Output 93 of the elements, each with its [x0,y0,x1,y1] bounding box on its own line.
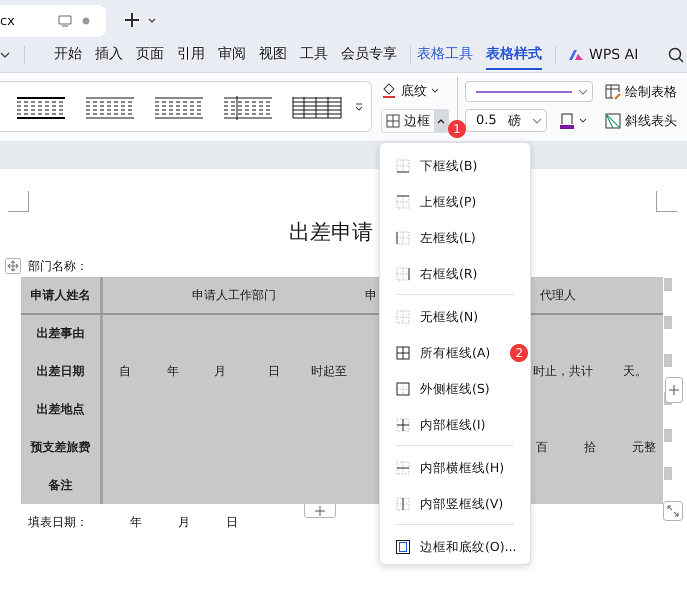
department-label: 部门名称： [28,258,88,274]
dot-icon [82,17,90,25]
menu-item[interactable]: 无框线(N) [380,299,530,335]
caret-icon [532,118,542,124]
border-icon [396,497,410,511]
menu-item[interactable]: 上框线(P) [380,184,530,220]
corner-mark [656,191,677,212]
border-icon [396,382,410,396]
draw-table-button[interactable]: 绘制表格 [605,82,677,102]
table-cell: 出差日期 [21,352,103,391]
shading-button[interactable]: 底纹 [381,81,449,101]
line-style-dropdown[interactable] [465,81,593,102]
diagonal-header-button[interactable]: 斜线表头 [605,111,677,131]
table-cell-text: 百 [536,438,549,456]
border-icon [396,310,410,324]
grid-icon [386,114,400,128]
menu-tab[interactable]: 开始 [54,40,82,70]
caret-icon [431,88,439,94]
table-cell-text: 时起至 [311,363,348,380]
border-icon [396,346,410,360]
table-cell: 出差事由 [21,315,103,353]
menu-item[interactable]: 所有框线(A) 2 [380,335,530,371]
border-icon [396,195,410,209]
add-row-button[interactable] [304,504,336,518]
menu-item[interactable]: 左框线(L) [380,220,530,256]
caret-icon [437,118,445,124]
document-tab[interactable]: cx [0,5,106,37]
table-cell-text: 自 [119,363,132,380]
caret-icon[interactable] [0,52,10,58]
table-cell-text: 天。 [623,363,648,380]
border-icon [396,540,410,554]
caret-icon [579,118,587,124]
menu-item[interactable]: 外侧框线(S) [380,371,530,407]
paint-bucket-icon [381,83,397,99]
date-unit: 月 [178,514,191,531]
table-cell-text: 代理人 [540,286,577,304]
step-badge: 1 [448,120,466,138]
table-cell-text: 申 [365,286,378,304]
ai-button[interactable]: WPS AI [568,47,638,63]
menu-tab[interactable]: 工具 [300,40,328,70]
menu-tab[interactable]: 会员专享 [341,40,397,70]
menu-item[interactable]: 右框线(R) [380,256,530,292]
plus-icon[interactable] [124,12,140,28]
ai-logo-icon [568,49,584,61]
corner-mark [8,191,29,212]
table-cell: 预支差旅费 [21,428,103,466]
line-sample-icon [476,90,572,94]
menu-tab[interactable]: 表格样式 [486,40,542,70]
table-pencil-icon [605,84,621,100]
table-cell-text: 元整 [632,438,657,456]
search-icon[interactable] [668,47,684,63]
table-cell: 备注 [21,466,103,504]
table-cell: 出差地点 [21,390,103,428]
move-icon[interactable] [5,258,21,274]
add-column-button[interactable] [665,377,683,403]
menu-tab[interactable]: 表格工具 [417,40,473,70]
table-cell-text: 日 [268,363,281,380]
fill-date-label: 填表日期： [28,514,89,531]
menu-tab[interactable]: 插入 [95,40,123,70]
menu-item[interactable]: 下框线(B) [380,148,530,184]
border-button[interactable]: 边框 [381,109,449,133]
menu-item[interactable]: 内部横框线(H) [380,450,530,486]
menu-tab[interactable]: 视图 [259,40,287,70]
resize-icon[interactable] [663,500,683,521]
table-cell-text: 申请人工作部门 [191,286,277,304]
document-title: 出差申请 [289,219,373,246]
table-cell-text: 年 [167,363,180,380]
border-color-button[interactable] [559,112,587,129]
border-icon [396,267,410,281]
table-cell-text: 时止，共计 [533,363,594,380]
border-icon [396,461,410,475]
border-icon [396,159,410,173]
date-unit: 年 [130,514,143,531]
table-cell: 申请人姓名 [21,277,103,313]
menu-tab[interactable]: 页面 [136,40,164,70]
expand-icon[interactable] [355,102,363,110]
date-unit: 日 [226,514,238,531]
caret-icon[interactable] [148,18,156,24]
table-cell-text: 月 [214,363,227,380]
menu-item[interactable]: 内部竖框线(V) [380,486,530,522]
border-icon [396,231,410,245]
table-cell-text: 拾 [584,438,597,456]
menu-item[interactable]: 边框和底纹(O)... [380,529,530,565]
step-badge: 2 [510,344,528,362]
diagonal-cell-icon [605,113,621,129]
monitor-icon [58,15,72,27]
menu-tab[interactable]: 审阅 [218,40,246,70]
caret-icon [578,88,588,94]
border-icon [396,418,410,432]
line-weight-dropdown[interactable]: 0.5 磅 [465,109,547,132]
menu-item[interactable]: 内部框线(I) [380,407,530,443]
menu-tab[interactable]: 引用 [177,40,205,70]
pen-color-icon [559,112,575,129]
